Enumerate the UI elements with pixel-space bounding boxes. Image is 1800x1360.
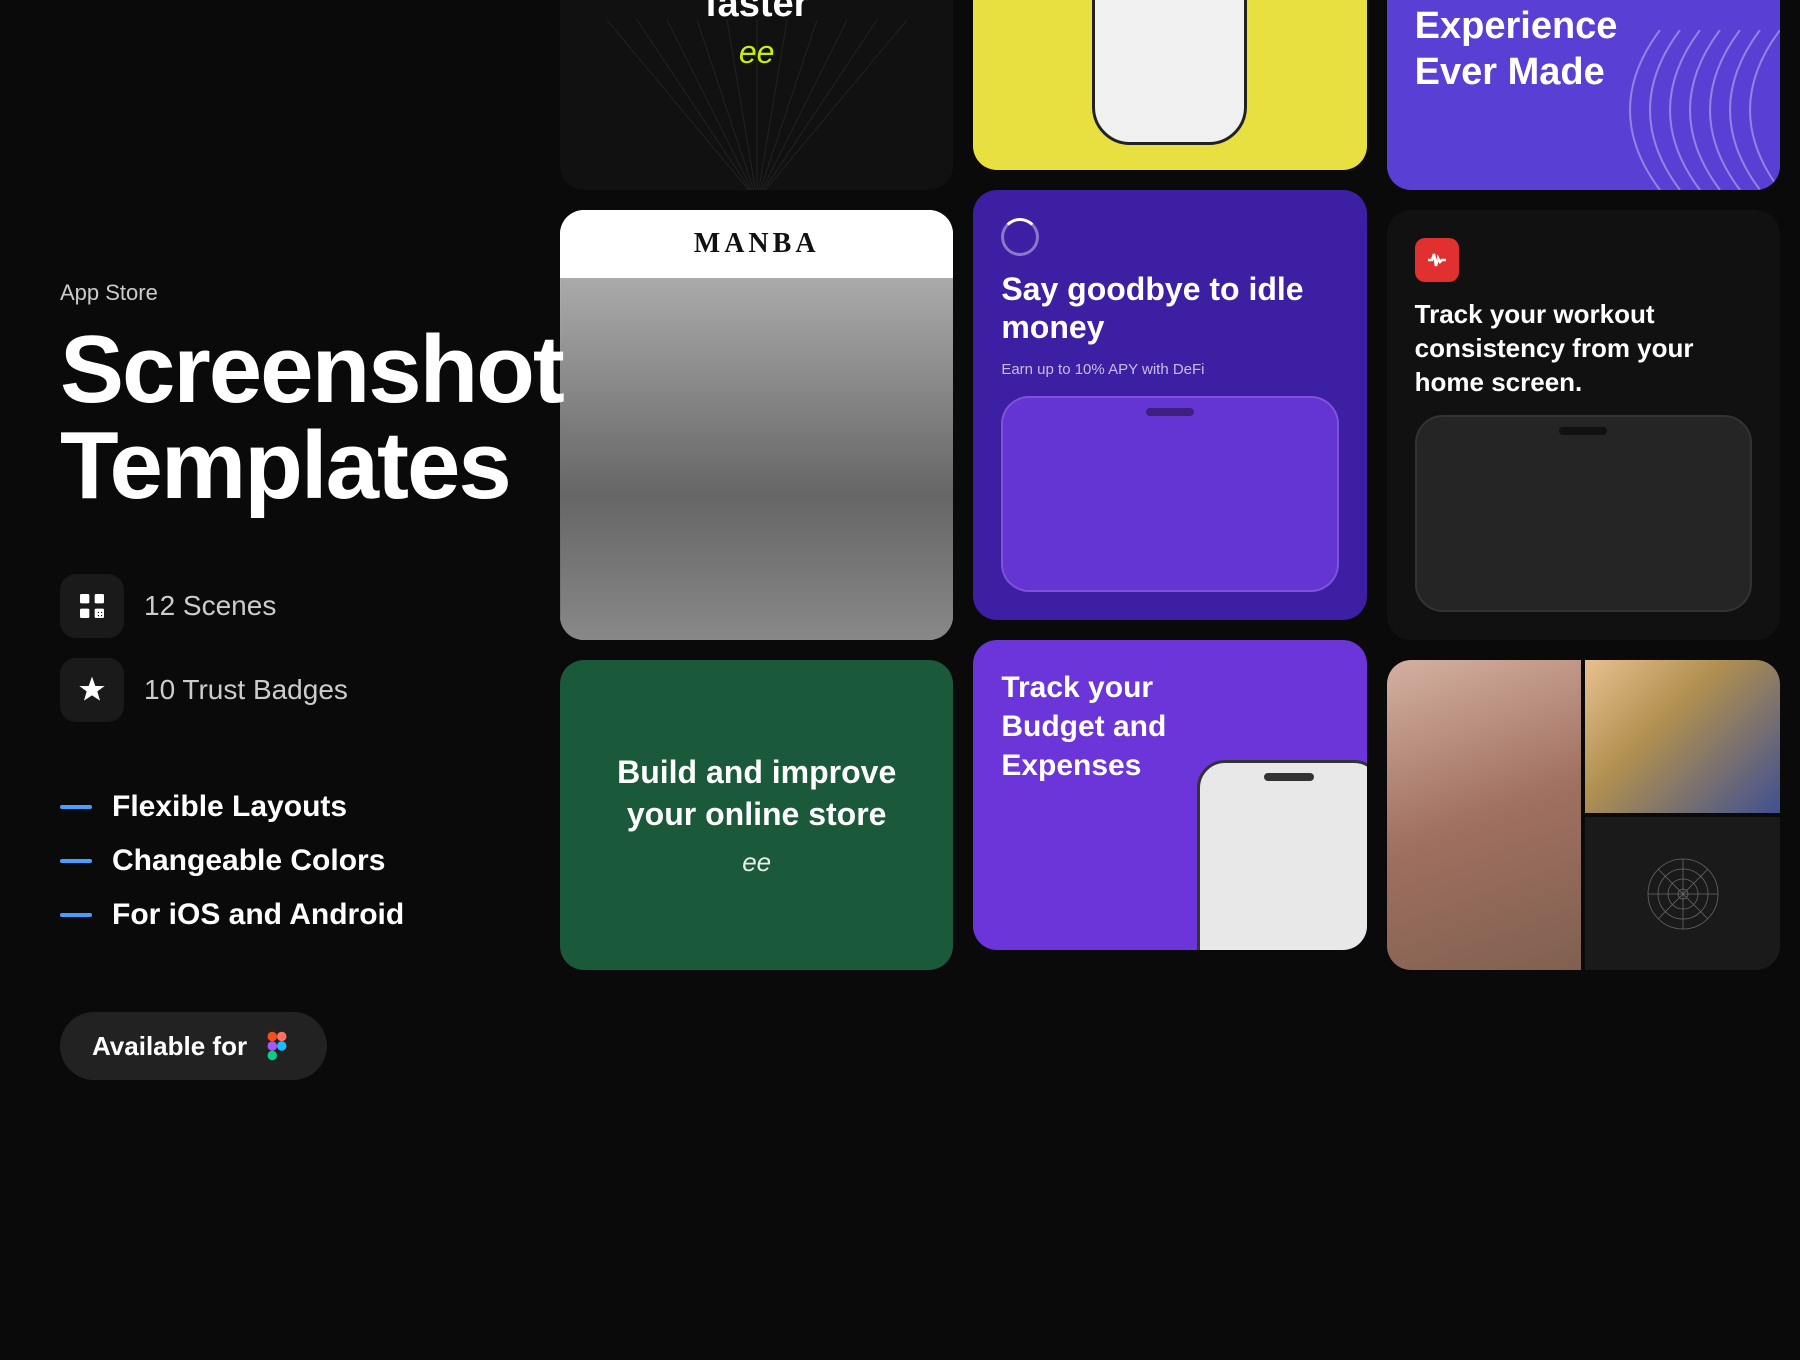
- exp-title: Experience Ever Made: [1415, 4, 1752, 95]
- card-idle: Say goodbye to idle money Earn up to 10%…: [973, 190, 1366, 620]
- idle-title: Say goodbye to idle money: [1001, 270, 1338, 347]
- figma-icon: [259, 1028, 295, 1064]
- bullet-dash-3: [60, 913, 92, 917]
- column-1: card debt faster ee: [560, 0, 953, 970]
- cards-grid: card debt faster ee: [540, 0, 1800, 990]
- bullet-dash-1: [60, 805, 92, 809]
- card-debt: card debt faster ee: [560, 0, 953, 190]
- person-figure: [560, 278, 953, 640]
- scenes-label: 12 Scenes: [144, 590, 276, 622]
- idle-spinner-icon: [1001, 218, 1039, 256]
- card-manba: MANBA: [560, 210, 953, 640]
- manba-brand: MANBA: [694, 228, 820, 259]
- card-store: Build and improve your online store ee: [560, 660, 953, 970]
- badges-icon-box: [60, 658, 124, 722]
- phone-purple: [1001, 396, 1338, 592]
- main-title: Screenshot Templates: [60, 322, 500, 514]
- scenes-icon-box: [60, 574, 124, 638]
- available-button[interactable]: Available for: [60, 1012, 327, 1080]
- store-script: ee: [742, 847, 771, 878]
- features-list: 12 Scenes 10 Trust Badges: [60, 574, 500, 742]
- phone-budget: [1197, 760, 1367, 950]
- photo-spider: [1585, 817, 1780, 970]
- card-workout: Track your workout consistency from your…: [1387, 210, 1780, 640]
- badges-label: 10 Trust Badges: [144, 674, 348, 706]
- manba-photo: [560, 278, 953, 640]
- card-experience: Experience Ever Made: [1387, 0, 1780, 190]
- workout-title: Track your workout consistency from your…: [1415, 298, 1752, 399]
- phone-dark-notch: [1559, 427, 1607, 435]
- scenes-feature: 12 Scenes: [60, 574, 500, 638]
- manba-header: MANBA: [560, 210, 953, 278]
- store-title: Build and improve your online store: [590, 752, 923, 835]
- budget-title: Track your Budget and Expenses: [1001, 668, 1187, 785]
- phone-purple-notch: [1146, 408, 1194, 416]
- debt-text: card debt faster: [671, 0, 842, 26]
- grid-icon: [76, 590, 108, 622]
- badges-feature: 10 Trust Badges: [60, 658, 500, 722]
- left-panel: App Store Screenshot Templates 12 Scenes: [0, 0, 560, 1360]
- card-photos: [1387, 660, 1780, 970]
- phone-budget-notch: [1264, 773, 1314, 781]
- phone-dark: [1415, 415, 1752, 612]
- card-budget: Track your Budget and Expenses: [973, 640, 1366, 950]
- card-yellow: [973, 0, 1366, 170]
- spider-web-icon: [1643, 854, 1723, 934]
- column-3: Experience Ever Made Track your work: [1387, 0, 1780, 970]
- bullet-platforms: For iOS and Android: [60, 898, 500, 932]
- subtitle: App Store: [60, 280, 500, 306]
- bullet-dash-2: [60, 859, 92, 863]
- column-2: Say goodbye to idle money Earn up to 10%…: [973, 0, 1366, 970]
- debt-script: ee: [739, 34, 775, 71]
- photo-person: [1387, 660, 1582, 970]
- phone-yellow: [1092, 0, 1247, 145]
- pulse-icon: [1425, 248, 1449, 272]
- bullet-colors: Changeable Colors: [60, 844, 500, 878]
- photo-landscape: [1585, 660, 1780, 813]
- star-icon: [76, 674, 108, 706]
- idle-subtitle: Earn up to 10% APY with DeFi: [1001, 361, 1338, 378]
- workout-badge: [1415, 238, 1459, 282]
- bullet-list: Flexible Layouts Changeable Colors For i…: [60, 790, 500, 952]
- bullet-flexible: Flexible Layouts: [60, 790, 500, 824]
